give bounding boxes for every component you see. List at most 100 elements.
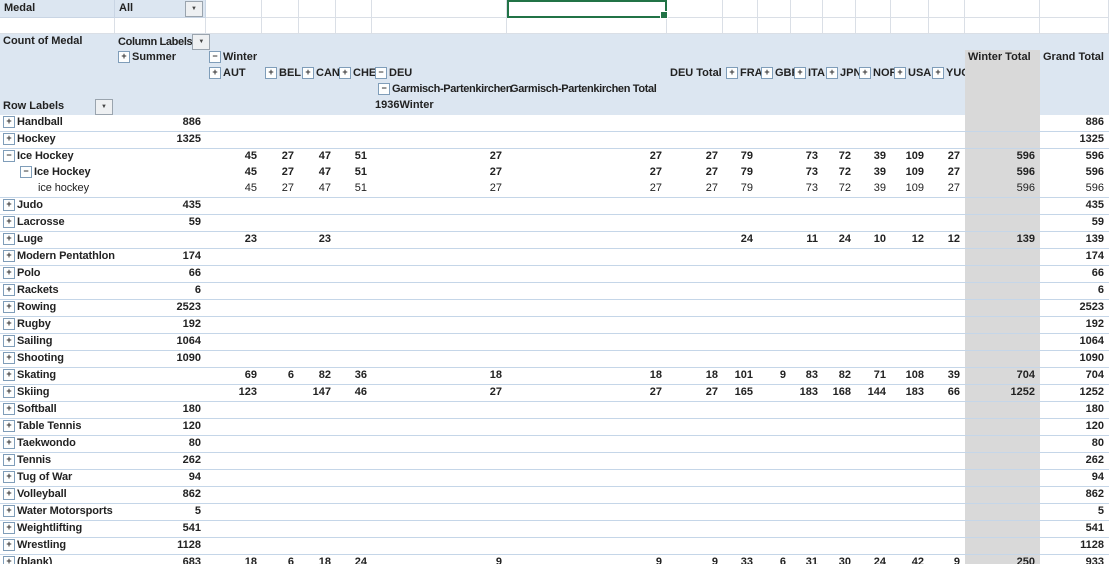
value-cell[interactable]: 1090 [1040,351,1109,367]
expand-icon[interactable]: + [118,51,130,63]
value-cell[interactable] [965,115,1040,131]
value-cell[interactable]: 69 [206,368,262,384]
value-cell[interactable]: 73 [791,181,823,197]
col-header-garmisch[interactable]: − Garmisch-Partenkirchen [372,82,512,98]
collapse-icon[interactable]: − [3,150,15,162]
expand-icon[interactable]: + [726,67,738,79]
row-label-cell[interactable]: + Polo [0,266,115,282]
value-cell[interactable] [965,249,1040,265]
value-cell[interactable]: 80 [1040,436,1109,452]
value-cell[interactable]: 39 [856,165,891,181]
row-labels-cell[interactable]: Row Labels ▼ [0,98,115,115]
value-cell[interactable] [965,402,1040,418]
col-header-deu[interactable]: − DEU [372,66,507,82]
expand-icon[interactable]: + [3,369,15,381]
empty-cell[interactable] [965,18,1040,34]
row-label-cell[interactable]: + Tug of War [0,470,115,486]
value-cell[interactable]: 1252 [1040,385,1109,401]
expand-icon[interactable]: + [3,471,15,483]
value-cell[interactable]: 6 [262,555,299,564]
empty-cell[interactable] [723,18,758,34]
value-cell[interactable]: 27 [507,165,667,181]
collapse-icon[interactable]: − [20,166,32,178]
row-label-cell[interactable]: + Lacrosse [0,215,115,231]
expand-icon[interactable]: + [859,67,871,79]
row-label-cell[interactable]: − Ice Hockey [0,149,115,165]
value-cell[interactable]: 10 [856,232,891,248]
value-cell[interactable]: 45 [206,149,262,165]
value-cell[interactable]: 79 [723,181,758,197]
value-cell[interactable]: 109 [891,181,929,197]
value-cell[interactable]: 94 [1040,470,1109,486]
value-cell[interactable]: 82 [823,368,856,384]
value-cell[interactable]: 51 [336,165,372,181]
value-cell[interactable]: 18 [299,555,336,564]
value-cell[interactable]: 27 [372,165,507,181]
value-cell[interactable]: 45 [206,181,262,197]
value-cell[interactable]: 262 [115,453,206,469]
value-cell[interactable]: 36 [336,368,372,384]
value-cell[interactable]: 101 [723,368,758,384]
value-cell[interactable]: 886 [1040,115,1109,131]
empty-cell[interactable] [1040,18,1109,34]
value-cell[interactable]: 72 [823,149,856,165]
empty-cell[interactable] [791,0,823,18]
col-header-yug[interactable]: + YUG [929,66,970,82]
row-label-cell[interactable]: − Ice Hockey [0,165,115,181]
collapse-icon[interactable]: − [375,67,387,79]
expand-icon[interactable]: + [3,386,15,398]
value-cell[interactable]: 1090 [115,351,206,367]
value-cell[interactable]: 11 [791,232,823,248]
filter-dropdown-button[interactable]: ▼ [185,0,203,17]
empty-cell[interactable] [723,0,758,18]
col-header-1936winter[interactable]: 1936Winter [372,98,507,115]
value-cell[interactable]: 18 [206,555,262,564]
selected-cell[interactable] [507,0,668,19]
value-cell[interactable]: 42 [891,555,929,564]
expand-icon[interactable]: + [3,284,15,296]
value-cell[interactable]: 704 [1040,368,1109,384]
expand-icon[interactable]: + [3,233,15,245]
value-cell[interactable]: 174 [1040,249,1109,265]
value-cell[interactable]: 165 [723,385,758,401]
col-header-aut[interactable]: + AUT [206,66,262,82]
empty-cell[interactable] [891,18,929,34]
expand-icon[interactable]: + [339,67,351,79]
value-cell[interactable]: 596 [965,165,1040,181]
value-cell[interactable]: 1325 [115,132,206,148]
value-cell[interactable]: 1325 [1040,132,1109,148]
row-label-cell[interactable]: + Handball [0,115,115,131]
value-cell[interactable]: 5 [1040,504,1109,520]
empty-cell[interactable] [823,18,856,34]
empty-cell[interactable] [1040,0,1109,18]
value-cell[interactable]: 59 [115,215,206,231]
value-cell[interactable]: 24 [856,555,891,564]
value-cell[interactable]: 27 [262,165,299,181]
value-cell[interactable]: 23 [206,232,262,248]
value-cell[interactable]: 123 [206,385,262,401]
value-cell[interactable] [965,453,1040,469]
row-label-cell[interactable]: + Weightlifting [0,521,115,537]
col-header-winter[interactable]: − Winter [206,50,262,66]
col-header-gbr[interactable]: + GBR [758,66,799,82]
value-cell[interactable]: 9 [929,555,965,564]
value-cell[interactable]: 862 [1040,487,1109,503]
value-cell[interactable]: 435 [1040,198,1109,214]
value-cell[interactable]: 47 [299,165,336,181]
value-cell[interactable]: 80 [115,436,206,452]
value-cell[interactable]: 94 [115,470,206,486]
expand-icon[interactable]: + [3,505,15,517]
value-cell[interactable]: 47 [299,181,336,197]
row-label-cell[interactable]: + Sailing [0,334,115,350]
value-cell[interactable]: 596 [965,181,1040,197]
row-label-cell[interactable]: + (blank) [0,555,115,564]
value-cell[interactable]: 59 [1040,215,1109,231]
value-cell[interactable]: 147 [299,385,336,401]
value-cell[interactable]: 596 [1040,181,1109,197]
value-cell[interactable]: 1128 [115,538,206,554]
empty-cell[interactable] [507,18,667,34]
empty-cell[interactable] [206,0,262,18]
value-cell[interactable]: 5 [115,504,206,520]
row-label-cell[interactable]: + Judo [0,198,115,214]
empty-cell[interactable] [336,18,372,34]
